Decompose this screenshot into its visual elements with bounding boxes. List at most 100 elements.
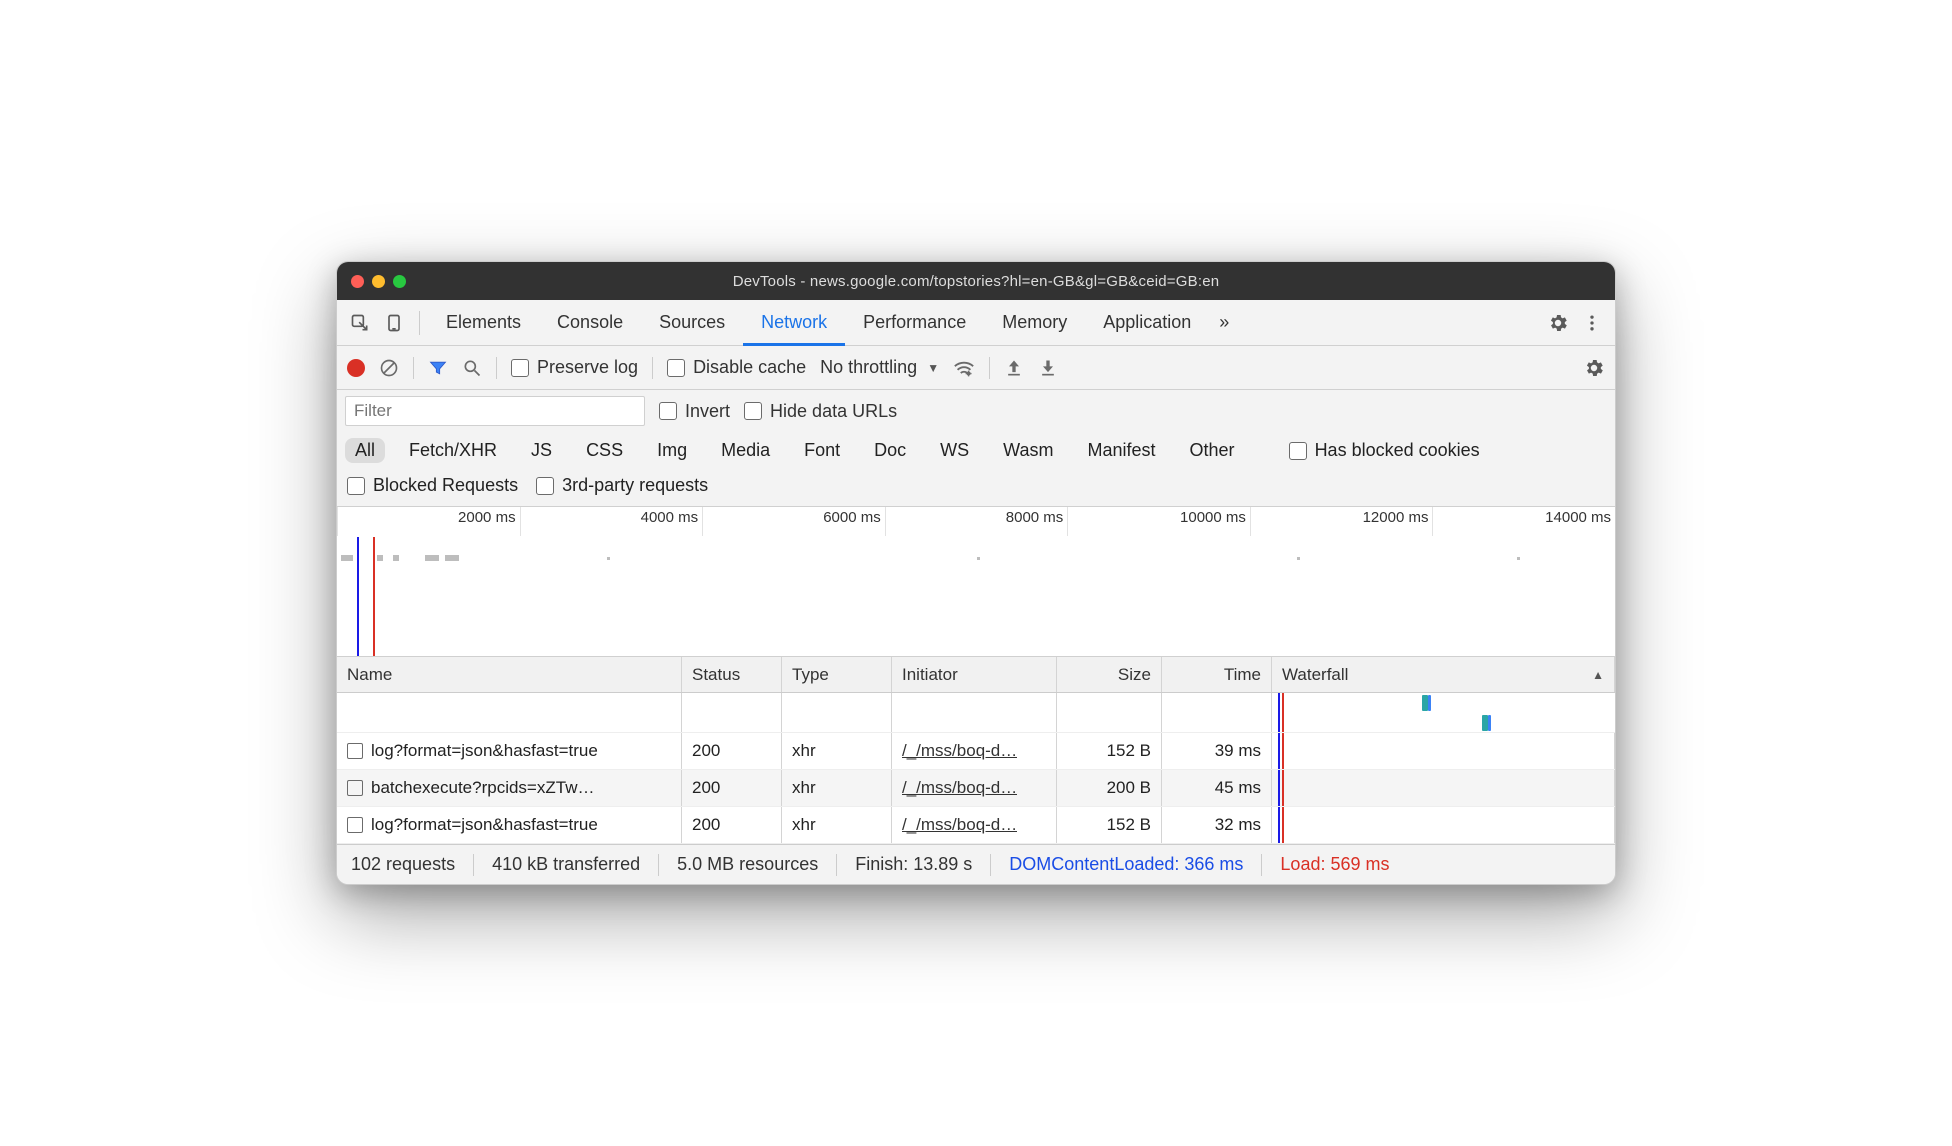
request-initiator[interactable]: /_/mss/boq-d… (902, 815, 1017, 835)
type-font[interactable]: Font (794, 438, 850, 463)
clear-icon[interactable] (379, 358, 399, 378)
col-type[interactable]: Type (782, 657, 892, 692)
hide-data-urls-option[interactable]: Hide data URLs (744, 401, 897, 422)
filter-icon[interactable] (428, 358, 448, 378)
checkbox-icon[interactable] (536, 477, 554, 495)
request-status: 200 (682, 733, 782, 769)
tick-label: 8000 ms (1006, 509, 1064, 526)
tab-application[interactable]: Application (1085, 300, 1209, 346)
timeline-overview[interactable]: 2000 ms 4000 ms 6000 ms 8000 ms 10000 ms… (337, 507, 1615, 657)
tab-console[interactable]: Console (539, 300, 641, 346)
divider (413, 357, 414, 379)
throttling-select[interactable]: No throttling ▼ (820, 357, 939, 378)
record-icon[interactable] (347, 359, 365, 377)
row-checkbox[interactable] (347, 780, 363, 796)
type-fetch-xhr[interactable]: Fetch/XHR (399, 438, 507, 463)
network-conditions-icon[interactable] (953, 358, 975, 378)
request-type: xhr (782, 807, 892, 843)
has-blocked-cookies-option[interactable]: Has blocked cookies (1289, 440, 1480, 461)
col-size[interactable]: Size (1057, 657, 1162, 692)
checkbox-icon[interactable] (744, 402, 762, 420)
type-js[interactable]: JS (521, 438, 562, 463)
inspect-icon[interactable] (343, 307, 377, 339)
request-type: xhr (782, 733, 892, 769)
tick-label: 2000 ms (458, 509, 516, 526)
type-wasm[interactable]: Wasm (993, 438, 1063, 463)
has-blocked-cookies-label: Has blocked cookies (1315, 440, 1480, 461)
download-har-icon[interactable] (1038, 358, 1058, 378)
request-time: 45 ms (1162, 770, 1272, 806)
type-img[interactable]: Img (647, 438, 697, 463)
table-row[interactable]: log?format=json&hasfast=true 200 xhr /_/… (337, 807, 1615, 844)
tick-label: 14000 ms (1545, 509, 1611, 526)
request-initiator[interactable]: /_/mss/boq-d… (902, 741, 1017, 761)
table-row[interactable]: log?format=json&hasfast=true 200 xhr /_/… (337, 733, 1615, 770)
divider (836, 854, 837, 876)
tick-label: 6000 ms (823, 509, 881, 526)
settings-icon[interactable] (1541, 307, 1575, 339)
filter-input[interactable] (345, 396, 645, 426)
checkbox-icon[interactable] (667, 359, 685, 377)
type-doc[interactable]: Doc (864, 438, 916, 463)
tab-performance[interactable]: Performance (845, 300, 984, 346)
activity-mark (425, 555, 439, 561)
tab-more[interactable]: » (1209, 300, 1239, 346)
type-ws[interactable]: WS (930, 438, 979, 463)
preserve-log-label: Preserve log (537, 357, 638, 378)
preserve-log-option[interactable]: Preserve log (511, 357, 638, 378)
col-waterfall[interactable]: Waterfall ▲ (1272, 657, 1615, 692)
invert-option[interactable]: Invert (659, 401, 730, 422)
col-name[interactable]: Name (337, 657, 682, 692)
request-name: batchexecute?rpcids=xZTw… (371, 778, 594, 798)
request-type: xhr (782, 770, 892, 806)
invert-label: Invert (685, 401, 730, 422)
divider (989, 357, 990, 379)
type-all[interactable]: All (345, 438, 385, 463)
upload-har-icon[interactable] (1004, 358, 1024, 378)
divider (496, 357, 497, 379)
tab-network[interactable]: Network (743, 300, 845, 346)
dcl-marker (357, 537, 359, 656)
row-checkbox[interactable] (347, 817, 363, 833)
tab-memory[interactable]: Memory (984, 300, 1085, 346)
tab-elements[interactable]: Elements (428, 300, 539, 346)
tab-sources[interactable]: Sources (641, 300, 743, 346)
resource-types: All Fetch/XHR JS CSS Img Media Font Doc … (337, 432, 1615, 469)
type-other[interactable]: Other (1180, 438, 1245, 463)
col-time[interactable]: Time (1162, 657, 1272, 692)
activity-mark (393, 555, 399, 561)
checkbox-icon[interactable] (511, 359, 529, 377)
throttling-value: No throttling (820, 357, 917, 378)
devtools-window: DevTools - news.google.com/topstories?hl… (336, 261, 1616, 885)
third-party-option[interactable]: 3rd-party requests (536, 475, 708, 496)
requests-table-header: Name Status Type Initiator Size Time Wat… (337, 657, 1615, 693)
col-status[interactable]: Status (682, 657, 782, 692)
type-media[interactable]: Media (711, 438, 780, 463)
activity-mark (1517, 557, 1520, 560)
network-settings-icon[interactable] (1583, 357, 1605, 379)
divider (990, 854, 991, 876)
col-initiator[interactable]: Initiator (892, 657, 1057, 692)
table-row[interactable]: batchexecute?rpcids=xZTw… 200 xhr /_/mss… (337, 770, 1615, 807)
type-css[interactable]: CSS (576, 438, 633, 463)
checkbox-icon[interactable] (659, 402, 677, 420)
blocked-requests-option[interactable]: Blocked Requests (347, 475, 518, 496)
kebab-icon[interactable] (1575, 307, 1609, 339)
search-icon[interactable] (462, 358, 482, 378)
dcl-marker (1278, 770, 1280, 806)
dcl-marker (1278, 693, 1280, 732)
sort-indicator-icon: ▲ (1592, 668, 1604, 682)
tick-label: 12000 ms (1363, 509, 1429, 526)
checkbox-icon[interactable] (1289, 442, 1307, 460)
chevron-down-icon: ▼ (927, 361, 939, 375)
activity-mark (1297, 557, 1300, 560)
row-checkbox[interactable] (347, 743, 363, 759)
divider (473, 854, 474, 876)
status-transferred: 410 kB transferred (492, 854, 640, 875)
request-initiator[interactable]: /_/mss/boq-d… (902, 778, 1017, 798)
type-manifest[interactable]: Manifest (1078, 438, 1166, 463)
checkbox-icon[interactable] (347, 477, 365, 495)
requests-pre-rows (337, 693, 1615, 733)
disable-cache-option[interactable]: Disable cache (667, 357, 806, 378)
device-toggle-icon[interactable] (377, 307, 411, 339)
